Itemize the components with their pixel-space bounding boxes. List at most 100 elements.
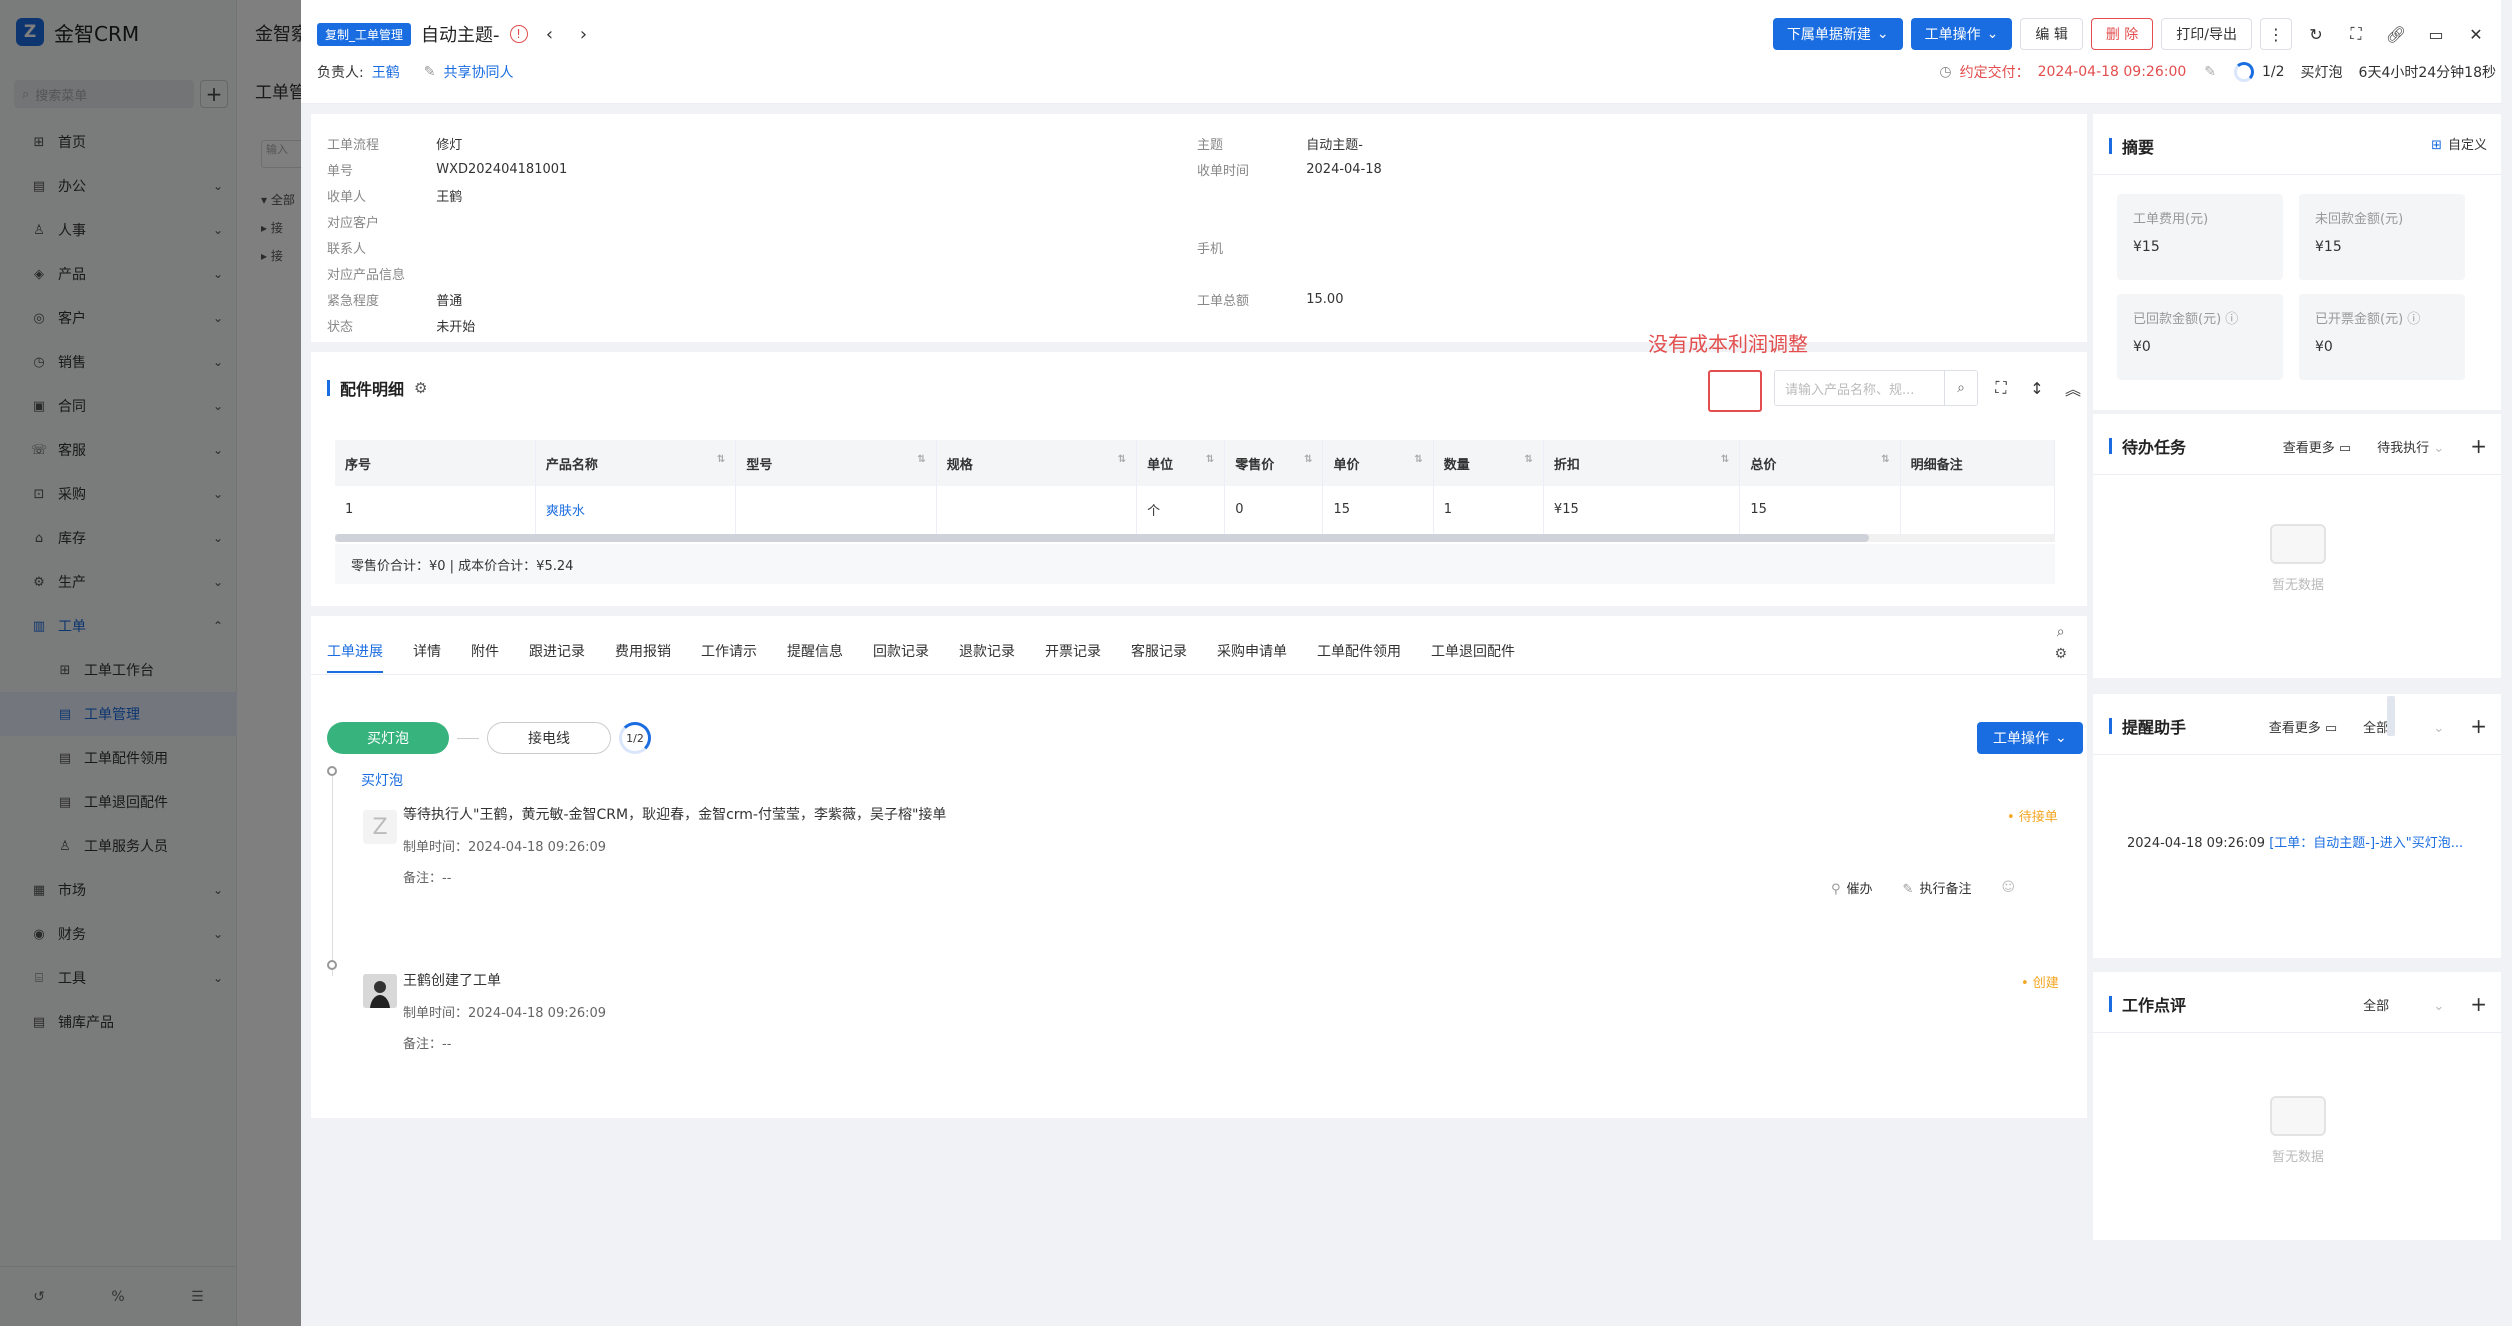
comment-icon[interactable]: ☺	[2001, 878, 2015, 897]
tab-item[interactable]: 附件	[471, 641, 499, 661]
parts-search-input[interactable]: 请输入产品名称、规...	[1774, 370, 1944, 406]
timeline-node-name[interactable]: 买灯泡	[361, 770, 403, 790]
tab-item[interactable]: 工单退回配件	[1431, 641, 1515, 661]
tab-item[interactable]: 采购申请单	[1217, 641, 1287, 661]
edit-button[interactable]: 编 辑	[2020, 18, 2083, 50]
column-header[interactable]: 产品名称 ⇅	[535, 440, 737, 486]
edit-due-icon[interactable]: ✎	[2204, 64, 2216, 80]
field-value: 王鹤	[436, 189, 463, 205]
column-header[interactable]: 零售价 ⇅	[1224, 440, 1324, 486]
sort-icon[interactable]: ⇅	[917, 454, 925, 465]
fullscreen-icon[interactable]: ⛶	[2340, 18, 2372, 50]
next-arrow-icon[interactable]: ›	[572, 24, 596, 45]
collapse-up-icon[interactable]: ︽	[2057, 370, 2089, 406]
sort-icon[interactable]: ⇅	[1206, 454, 1214, 465]
view-more-link[interactable]: 查看更多 ▭	[2269, 717, 2337, 736]
more-icon[interactable]: ⋮	[2260, 18, 2292, 50]
owner-link[interactable]: 王鹤	[372, 62, 400, 82]
tab-item[interactable]: 客服记录	[1131, 641, 1187, 661]
todo-title: 待办任务	[2122, 438, 2187, 457]
tab-item[interactable]: 工作请示	[701, 641, 757, 661]
entry-note: 备注：--	[403, 1037, 452, 1052]
add-icon[interactable]: +	[2470, 434, 2487, 458]
view-more-link[interactable]: 查看更多 ▭	[2283, 437, 2351, 456]
sort-icon[interactable]: ⇅	[1525, 454, 1533, 465]
sort-icon[interactable]: ⇅	[1881, 454, 1889, 465]
field-value: WXD202404181001	[436, 161, 568, 177]
add-icon[interactable]: +	[2470, 714, 2487, 738]
step-buy-bulb[interactable]: 买灯泡	[327, 722, 449, 754]
todo-filter-select[interactable]: 待我执行 ⌄	[2377, 437, 2444, 456]
step-progress-ring: 1/2	[619, 722, 651, 754]
sort-icon[interactable]: ⇅	[1304, 454, 1312, 465]
metric-card: 未回款金额(元) ¥15	[2299, 194, 2465, 280]
vertical-scrollbar[interactable]	[2501, 0, 2512, 1326]
tab-item[interactable]: 工单进展	[327, 641, 383, 673]
step-wire[interactable]: 接电线	[487, 722, 611, 754]
urge-action[interactable]: ⚲ 催办	[1831, 878, 1873, 897]
metric-label: 未回款金额(元)	[2315, 212, 2404, 227]
tab-item[interactable]: 详情	[413, 641, 441, 661]
reminder-item[interactable]: 2024-04-18 09:26:09 [工单：自动主题-]-进入"买灯泡...	[2127, 832, 2463, 851]
dock-icon[interactable]: ▭	[2420, 18, 2452, 50]
tab-item[interactable]: 跟进记录	[529, 641, 585, 661]
column-header[interactable]: 规格 ⇅	[936, 440, 1138, 486]
tab-item[interactable]: 费用报销	[615, 641, 671, 661]
sort-icon[interactable]: ⇅	[1118, 454, 1126, 465]
column-label: 数量	[1443, 457, 1470, 473]
grid-icon: ⊞	[2431, 138, 2442, 153]
field-label: 收单时间	[1197, 163, 1250, 179]
column-header[interactable]: 总价 ⇅	[1739, 440, 1901, 486]
reminder-panel: 提醒助手 查看更多 ▭ 全部 ⌄ + 2024-04-18 09:26:09 […	[2093, 694, 2503, 958]
share-collaborators-link[interactable]: 共享协同人	[443, 62, 513, 82]
refresh-icon[interactable]: ↻	[2300, 18, 2332, 50]
search-icon[interactable]: ⌕	[2054, 624, 2067, 640]
reminder-link[interactable]: [工单：自动主题-]-进入"买灯泡...	[2269, 836, 2463, 851]
tab-item[interactable]: 退款记录	[959, 641, 1015, 661]
column-header[interactable]: 型号 ⇅	[735, 440, 937, 486]
column-header[interactable]: 单价 ⇅	[1322, 440, 1434, 486]
stage-ops-button[interactable]: 工单操作 ⌄	[1977, 722, 2083, 754]
sub-document-create-button[interactable]: 下属单据新建 ⌄	[1772, 18, 1903, 50]
search-icon[interactable]: ⌕	[1944, 370, 1978, 406]
workorder-ops-button[interactable]: 工单操作 ⌄	[1910, 18, 2013, 50]
tab-item[interactable]: 开票记录	[1045, 641, 1101, 661]
entry-time: 制单时间：2024-04-18 09:26:09	[403, 1006, 607, 1021]
gear-icon[interactable]: ⚙	[2054, 646, 2067, 662]
sort-icon[interactable]: ⇅	[717, 454, 725, 465]
horizontal-scrollbar[interactable]	[335, 534, 2055, 542]
settings-icon[interactable]: ⚙	[414, 379, 427, 397]
close-icon[interactable]: ✕	[2460, 18, 2492, 50]
table-cell: 15	[1739, 486, 1901, 535]
previous-arrow-icon[interactable]: ‹	[538, 24, 562, 45]
row-height-icon[interactable]: ↕	[2021, 370, 2053, 406]
add-icon[interactable]: +	[2470, 992, 2487, 1016]
link-icon[interactable]: 🔗︎	[2380, 18, 2412, 50]
scrollbar-thumb[interactable]	[335, 534, 1869, 542]
help-icon[interactable]: ⓘ	[2225, 308, 2238, 327]
help-icon[interactable]: ⓘ	[2407, 308, 2420, 327]
column-header[interactable]: 单位 ⇅	[1136, 440, 1226, 486]
field-label: 联系人	[327, 241, 367, 257]
print-export-button[interactable]: 打印/导出	[2161, 18, 2252, 50]
modal-overlay[interactable]	[0, 0, 301, 1326]
tab-item[interactable]: 工单配件领用	[1317, 641, 1401, 661]
sort-icon[interactable]: ⇅	[1721, 454, 1729, 465]
product-name-link[interactable]: 爽肤水	[535, 486, 737, 535]
tab-item[interactable]: 回款记录	[873, 641, 929, 661]
customize-button[interactable]: ⊞ 自定义	[2431, 134, 2487, 153]
fullscreen-icon[interactable]: ⛶	[1985, 370, 2017, 406]
field-value: 修灯	[436, 137, 463, 153]
reminder-filter-select[interactable]: 全部 ⌄	[2363, 717, 2444, 736]
exec-note-action[interactable]: ✎ 执行备注	[1903, 878, 1972, 897]
tab-item[interactable]: 提醒信息	[787, 641, 843, 661]
due-label: 约定交付：	[1959, 65, 2030, 81]
delete-button[interactable]: 删 除	[2090, 18, 2154, 50]
sort-icon[interactable]: ⇅	[1414, 454, 1422, 465]
field-value: 普通	[436, 293, 463, 309]
panel-collapse-handle[interactable]	[2387, 696, 2395, 736]
review-filter-select[interactable]: 全部 ⌄	[2363, 995, 2444, 1014]
column-header[interactable]: 折扣 ⇅	[1543, 440, 1741, 486]
column-header[interactable]: 数量 ⇅	[1433, 440, 1544, 486]
field-value: 2024-04-18	[1306, 161, 1382, 177]
